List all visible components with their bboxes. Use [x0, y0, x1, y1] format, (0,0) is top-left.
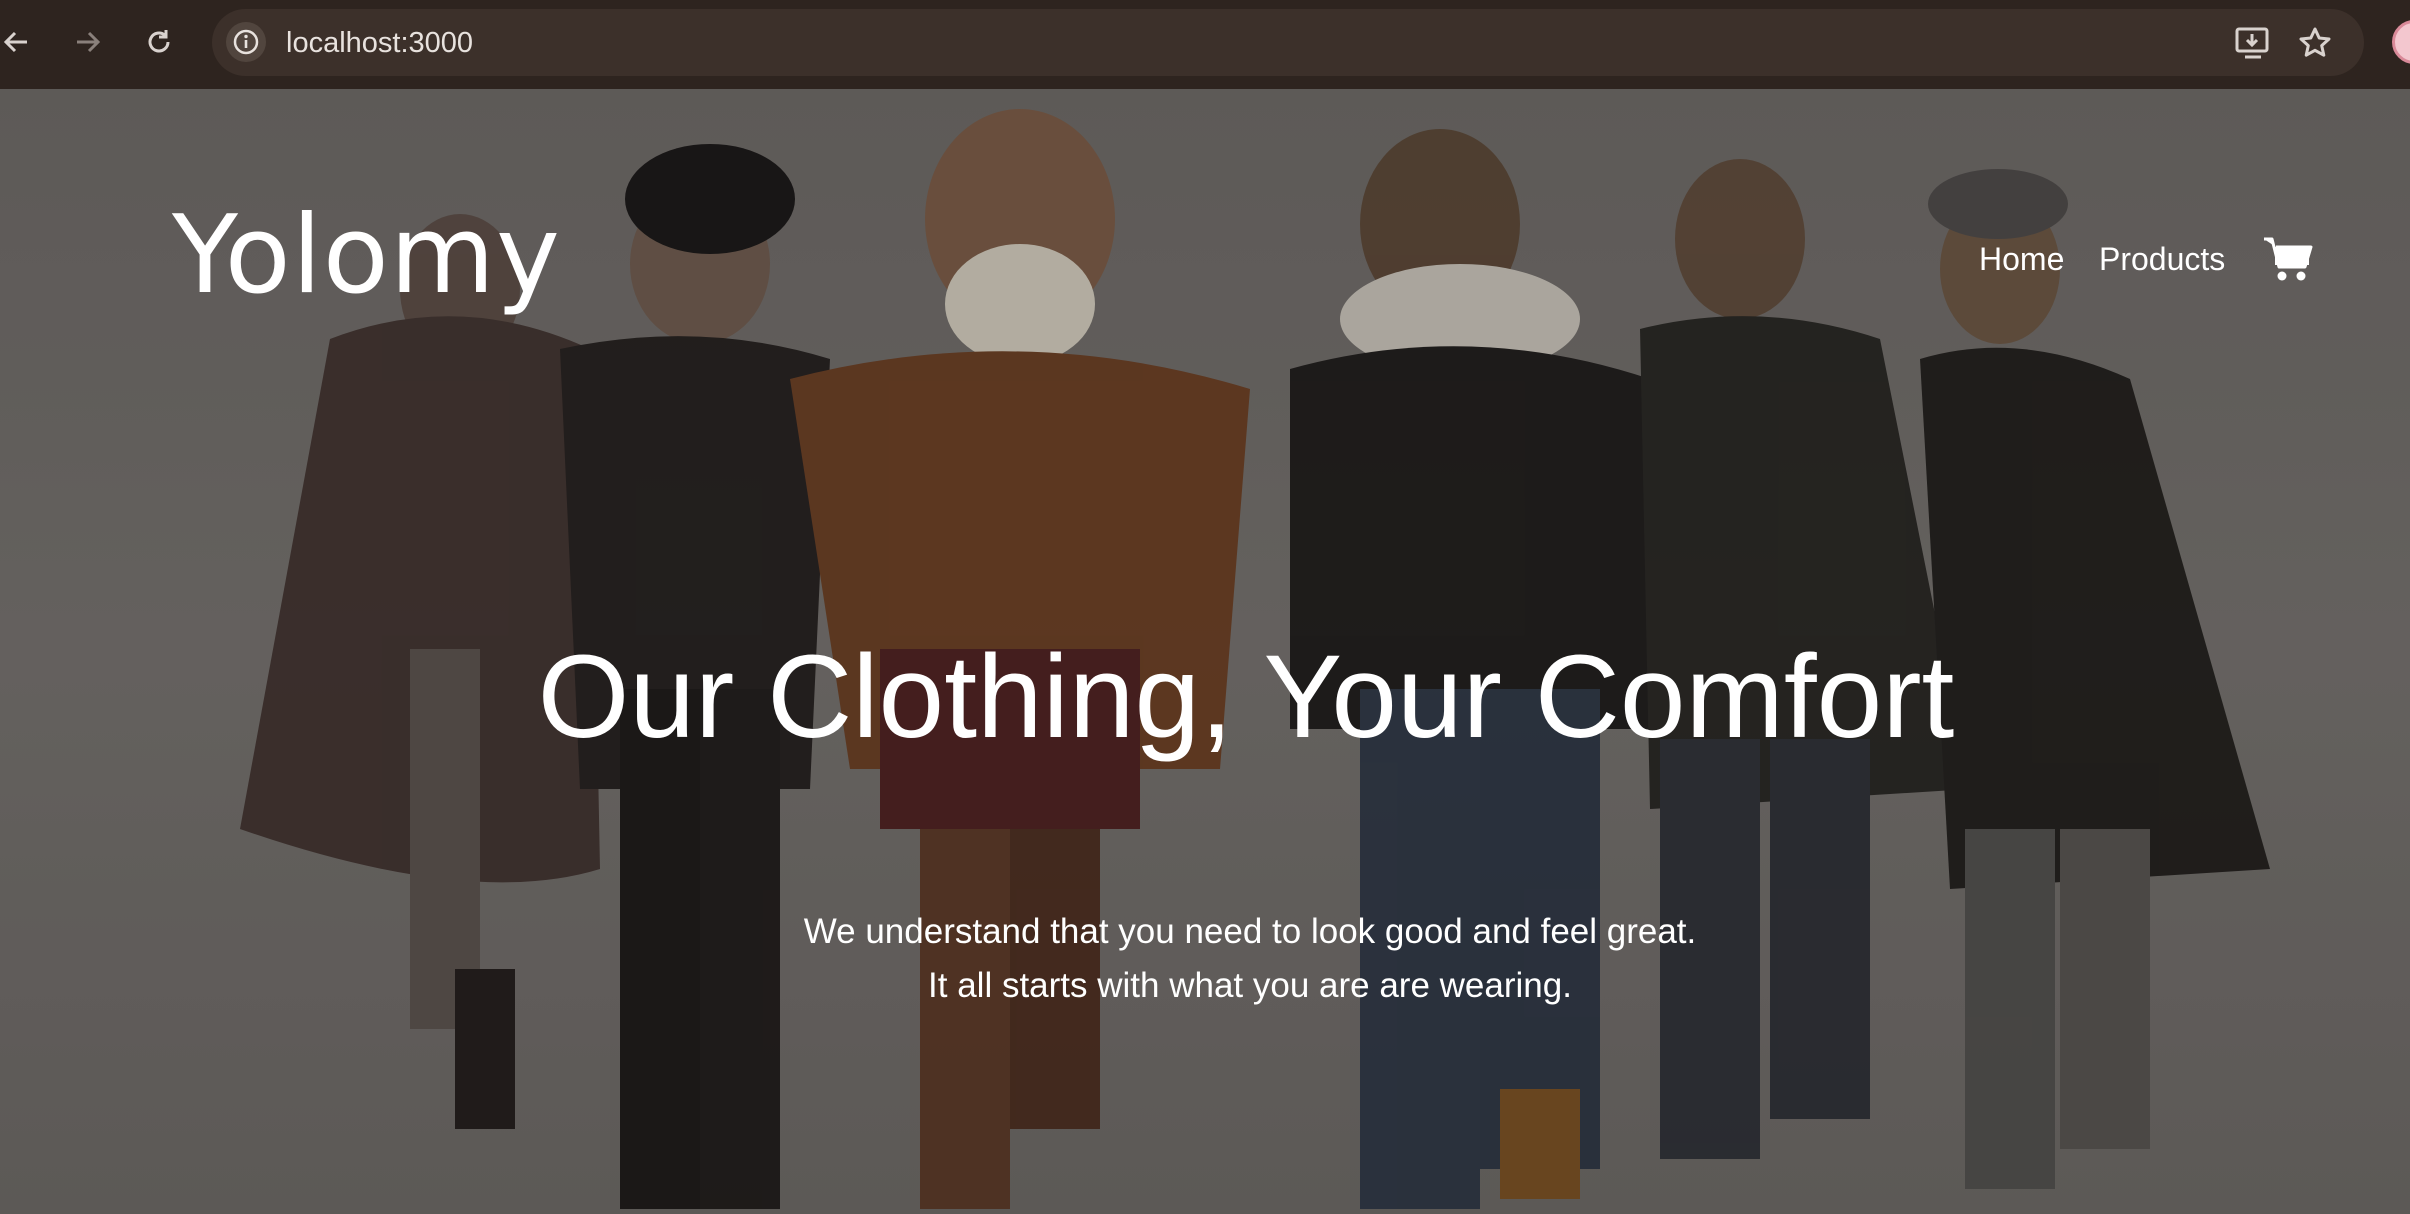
hero-subline-2: It all starts with what you are are wear…	[928, 966, 1572, 1005]
site-logo[interactable]: Yolomy	[172, 193, 561, 318]
address-bar[interactable]: localhost:3000	[212, 9, 2364, 76]
hero-section: Yolomy Home Products Our Clothing, Your …	[0, 89, 2410, 1214]
browser-toolbar: localhost:3000	[0, 0, 2410, 89]
nav-link-home[interactable]: Home	[1979, 241, 2064, 278]
url-text[interactable]: localhost:3000	[286, 27, 473, 60]
shopping-cart-icon[interactable]	[2262, 235, 2314, 283]
install-app-icon[interactable]	[2232, 22, 2274, 64]
bookmark-star-icon[interactable]	[2294, 22, 2336, 64]
profile-avatar-icon[interactable]	[2392, 20, 2410, 64]
site-info-icon[interactable]	[226, 22, 266, 62]
hero-headline: Our Clothing, Your Comfort	[537, 631, 1955, 763]
back-arrow-icon[interactable]	[0, 22, 36, 62]
reload-icon[interactable]	[139, 22, 179, 62]
forward-arrow-icon[interactable]	[68, 22, 108, 62]
hero-subline-1: We understand that you need to look good…	[803, 912, 1697, 951]
nav-link-products[interactable]: Products	[2099, 241, 2225, 278]
